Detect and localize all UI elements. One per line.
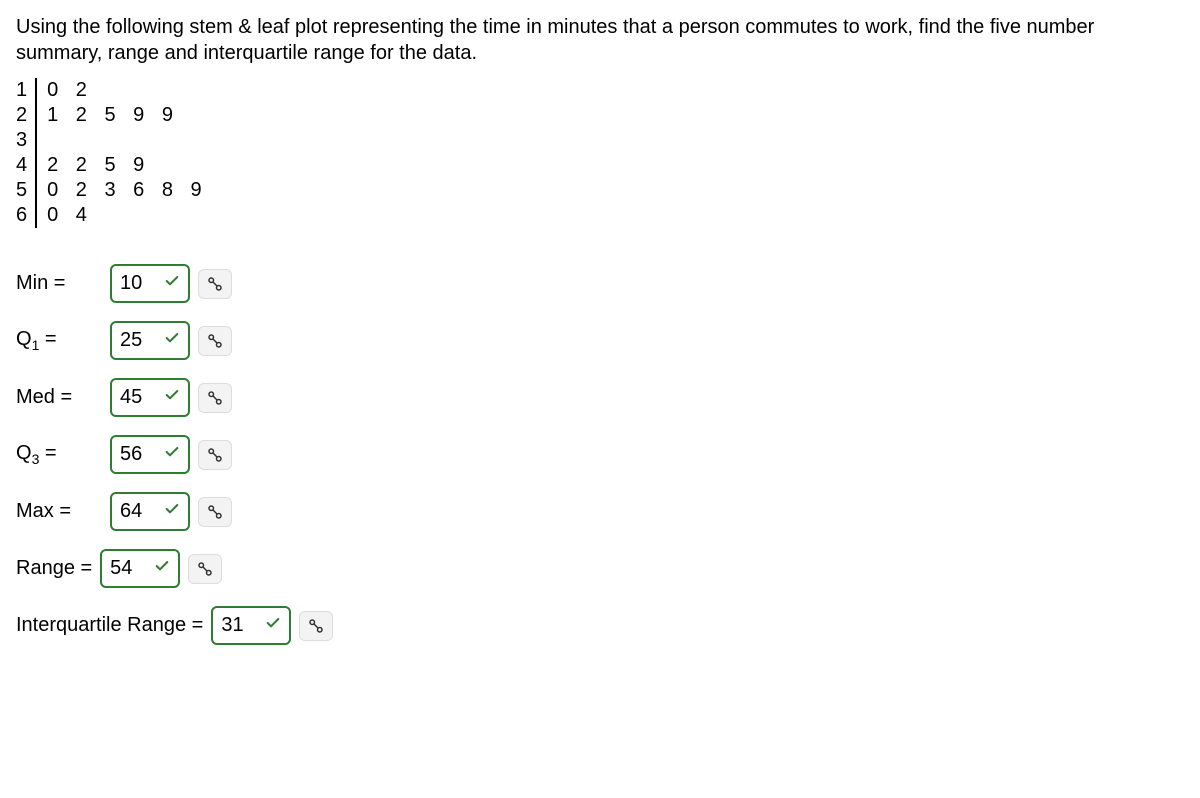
format-button[interactable] (299, 611, 333, 641)
max-input[interactable]: 64 (110, 492, 190, 531)
max-value: 64 (120, 500, 142, 523)
answer-row-iqr: Interquartile Range = 31 (16, 606, 1184, 645)
leaf-cell: 0 4 (36, 203, 208, 228)
max-label: Max = (16, 500, 102, 523)
min-input[interactable]: 10 (110, 264, 190, 303)
check-icon (164, 272, 180, 295)
q1-input[interactable]: 25 (110, 321, 190, 360)
stem-cell: 2 (16, 103, 36, 128)
q1-label: Q1 = (16, 328, 102, 353)
stemleaf-row: 50 2 3 6 8 9 (16, 178, 208, 203)
range-input[interactable]: 54 (100, 549, 180, 588)
stemleaf-row: 42 2 5 9 (16, 153, 208, 178)
range-value: 54 (110, 557, 132, 580)
med-label: Med = (16, 386, 102, 409)
stemleaf-row: 60 4 (16, 203, 208, 228)
q3-value: 56 (120, 443, 142, 466)
leaf-cell: 0 2 3 6 8 9 (36, 178, 208, 203)
stem-cell: 3 (16, 128, 36, 153)
med-value: 45 (120, 386, 142, 409)
q3-label: Q3 = (16, 442, 102, 467)
answer-row-max: Max = 64 (16, 492, 1184, 531)
min-value: 10 (120, 272, 142, 295)
format-button[interactable] (198, 383, 232, 413)
stemleaf-row: 3 (16, 128, 208, 153)
iqr-value: 31 (221, 614, 243, 637)
format-button[interactable] (198, 440, 232, 470)
format-button[interactable] (198, 326, 232, 356)
stemleaf-row: 10 2 (16, 78, 208, 103)
format-button[interactable] (188, 554, 222, 584)
answer-row-q1: Q1 = 25 (16, 321, 1184, 360)
stem-cell: 6 (16, 203, 36, 228)
stemleaf-row: 21 2 5 9 9 (16, 103, 208, 128)
stem-leaf-plot: 10 2 21 2 5 9 9 3 42 2 5 9 50 2 3 6 8 9 … (16, 78, 208, 228)
stem-cell: 4 (16, 153, 36, 178)
answer-row-q3: Q3 = 56 (16, 435, 1184, 474)
iqr-label: Interquartile Range = (16, 614, 203, 637)
q3-input[interactable]: 56 (110, 435, 190, 474)
check-icon (265, 614, 281, 637)
stem-cell: 5 (16, 178, 36, 203)
check-icon (164, 500, 180, 523)
check-icon (164, 386, 180, 409)
stem-cell: 1 (16, 78, 36, 103)
iqr-input[interactable]: 31 (211, 606, 291, 645)
med-input[interactable]: 45 (110, 378, 190, 417)
check-icon (164, 443, 180, 466)
format-button[interactable] (198, 269, 232, 299)
answers-block: Min = 10 Q1 = 25 Med = 45 Q3 = 56 Max = (16, 264, 1184, 645)
format-button[interactable] (198, 497, 232, 527)
min-label: Min = (16, 272, 102, 295)
q1-value: 25 (120, 329, 142, 352)
leaf-cell (36, 128, 208, 153)
leaf-cell: 0 2 (36, 78, 208, 103)
answer-row-range: Range = 54 (16, 549, 1184, 588)
answer-row-med: Med = 45 (16, 378, 1184, 417)
leaf-cell: 2 2 5 9 (36, 153, 208, 178)
check-icon (154, 557, 170, 580)
check-icon (164, 329, 180, 352)
answer-row-min: Min = 10 (16, 264, 1184, 303)
range-label: Range = (16, 557, 92, 580)
question-text: Using the following stem & leaf plot rep… (16, 14, 1184, 66)
leaf-cell: 1 2 5 9 9 (36, 103, 208, 128)
